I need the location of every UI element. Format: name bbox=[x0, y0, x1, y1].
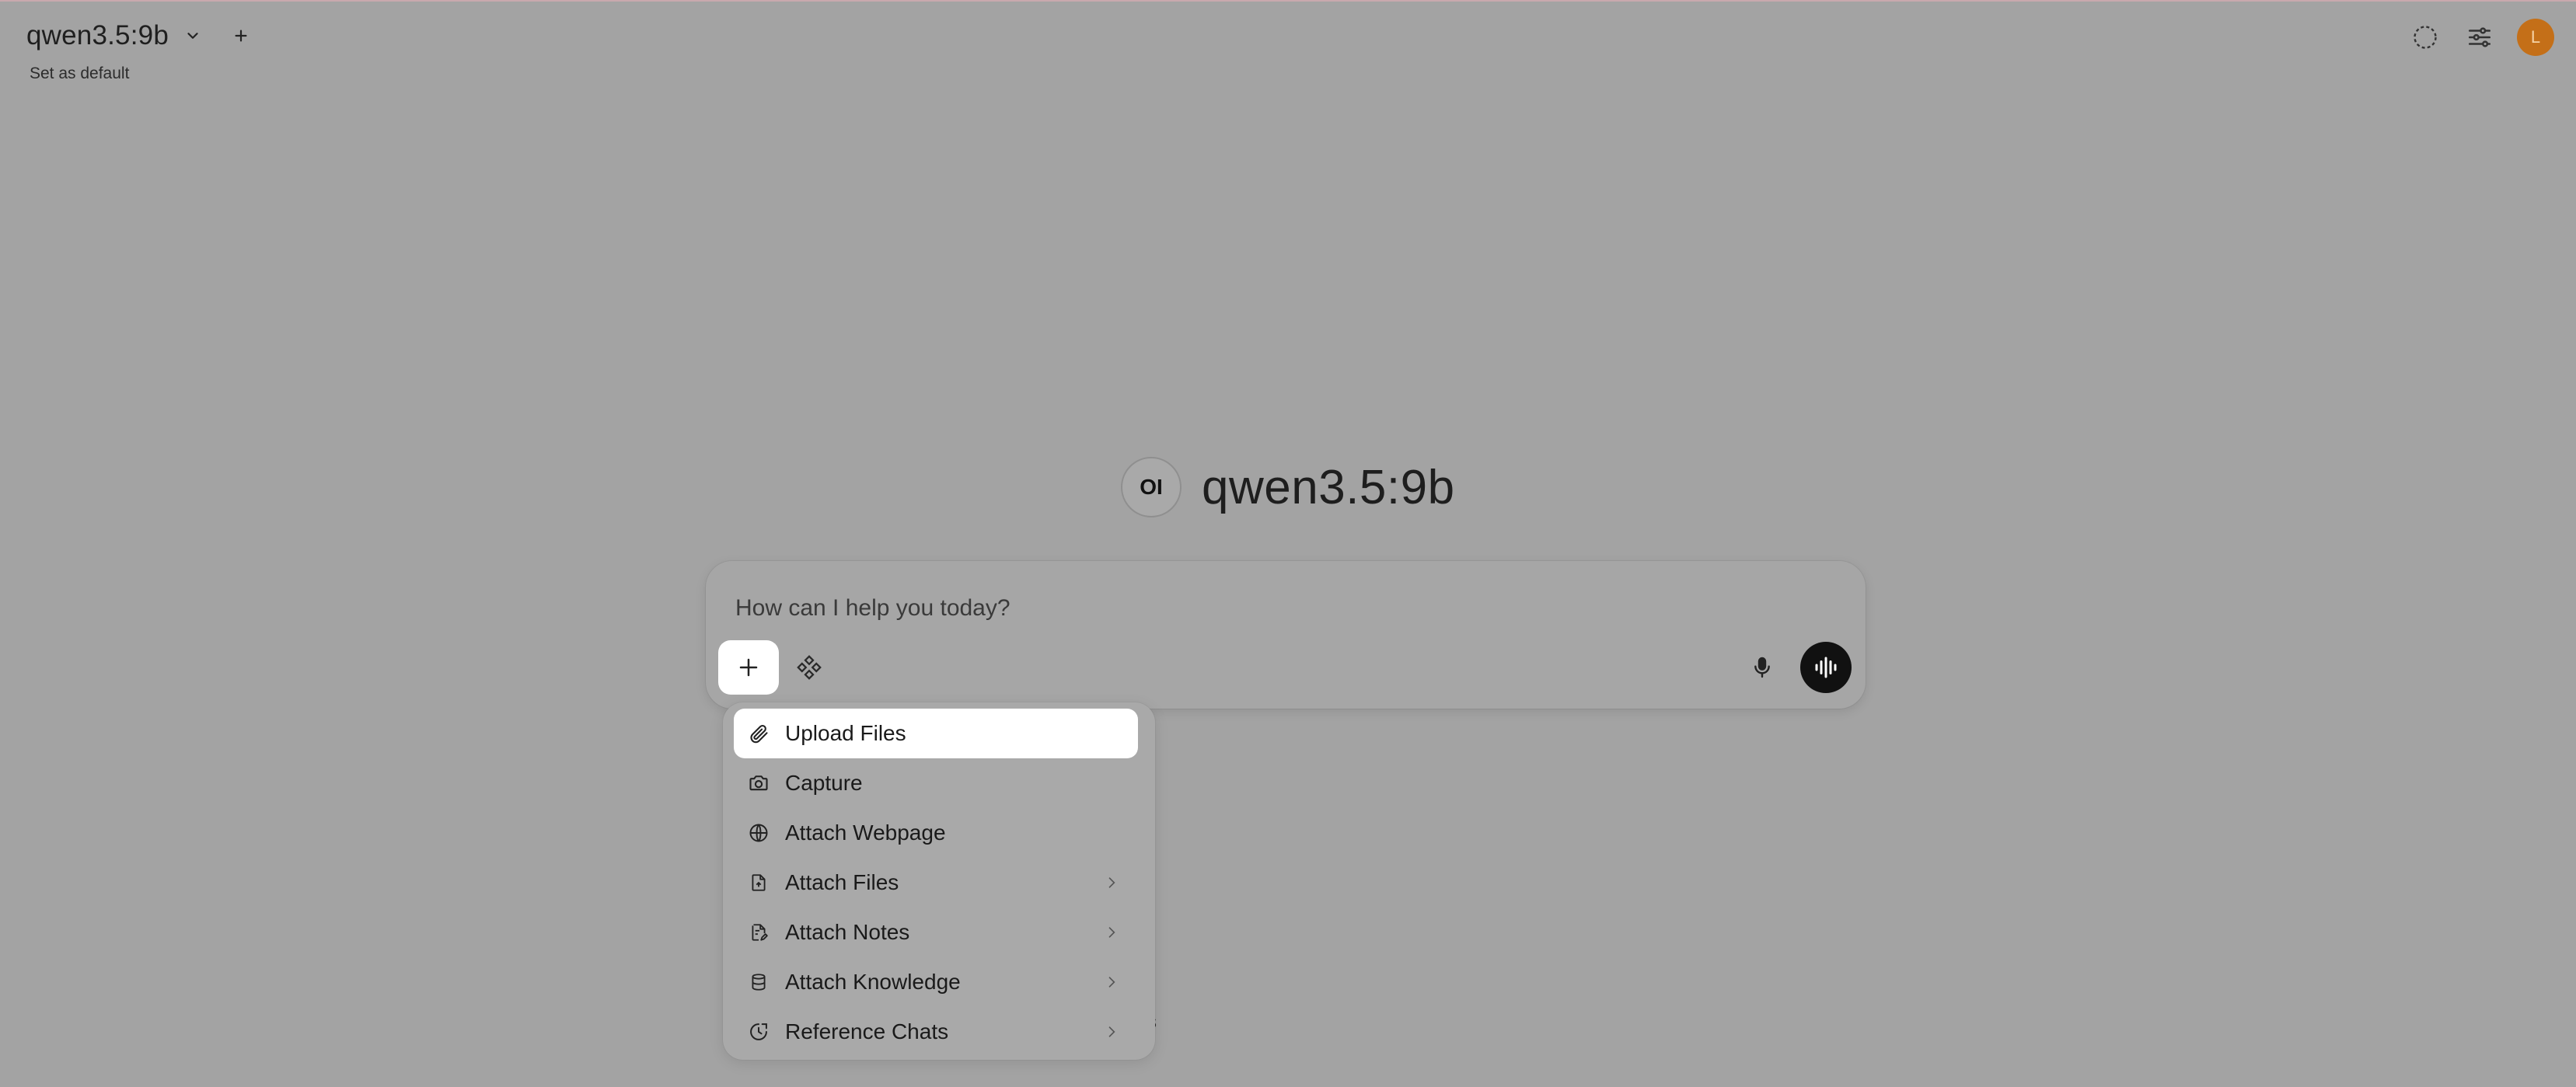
microphone-icon[interactable] bbox=[1744, 650, 1780, 685]
chevron-right-icon bbox=[1102, 1023, 1121, 1041]
menu-item-label: Reference Chats bbox=[785, 1019, 949, 1043]
model-selector[interactable]: qwen3.5:9b bbox=[26, 20, 251, 51]
menu-item-attach-notes[interactable]: Attach Notes bbox=[734, 908, 1138, 957]
menu-item-attach-knowledge[interactable]: Attach Knowledge bbox=[734, 957, 1138, 1007]
chevron-right-icon bbox=[1102, 923, 1121, 942]
globe-icon bbox=[748, 822, 770, 844]
chat-input[interactable] bbox=[734, 589, 1670, 628]
model-hero: OI qwen3.5:9b bbox=[1121, 457, 1455, 517]
window-top-border bbox=[0, 0, 2576, 2]
add-attachment-button[interactable] bbox=[718, 640, 779, 695]
database-icon bbox=[748, 971, 770, 993]
menu-item-reference-chats[interactable]: Reference Chats bbox=[734, 1007, 1138, 1057]
audio-waveform-icon bbox=[1815, 657, 1837, 678]
user-avatar[interactable]: L bbox=[2517, 19, 2554, 56]
model-name[interactable]: qwen3.5:9b bbox=[26, 20, 169, 51]
note-icon bbox=[748, 922, 770, 943]
model-logo: OI bbox=[1121, 457, 1182, 517]
menu-item-label: Upload Files bbox=[785, 721, 906, 745]
chevron-right-icon bbox=[1102, 873, 1121, 892]
menu-item-attach-files[interactable]: Attach Files bbox=[734, 858, 1138, 908]
menu-item-label: Attach Files bbox=[785, 870, 899, 894]
file-icon bbox=[748, 872, 770, 894]
menu-item-attach-webpage[interactable]: Attach Webpage bbox=[734, 808, 1138, 858]
chevron-right-icon bbox=[1102, 973, 1121, 991]
menu-item-label: Attach Knowledge bbox=[785, 970, 961, 994]
hero-title: qwen3.5:9b bbox=[1202, 460, 1455, 514]
chat-input-container bbox=[706, 561, 1866, 709]
set-as-default-link[interactable]: Set as default bbox=[30, 64, 129, 83]
voice-mode-button[interactable] bbox=[1800, 642, 1852, 693]
add-model-icon[interactable] bbox=[231, 26, 251, 46]
menu-item-capture[interactable]: Capture bbox=[734, 758, 1138, 808]
tools-icon[interactable] bbox=[791, 650, 827, 685]
chat-history-icon bbox=[748, 1021, 770, 1043]
chevron-down-icon[interactable] bbox=[183, 26, 203, 46]
menu-item-label: Attach Webpage bbox=[785, 820, 946, 845]
menu-item-label: Attach Notes bbox=[785, 920, 910, 944]
menu-item-label: Capture bbox=[785, 771, 863, 795]
attachment-menu: Upload Files Capture Attach Webpage Atta… bbox=[723, 702, 1155, 1060]
menu-item-upload-files[interactable]: Upload Files bbox=[734, 709, 1138, 758]
camera-icon bbox=[748, 772, 770, 794]
header-actions: L bbox=[2408, 19, 2554, 56]
paperclip-icon bbox=[748, 723, 770, 744]
temporary-chat-icon[interactable] bbox=[2408, 20, 2442, 54]
controls-sliders-icon[interactable] bbox=[2463, 20, 2497, 54]
